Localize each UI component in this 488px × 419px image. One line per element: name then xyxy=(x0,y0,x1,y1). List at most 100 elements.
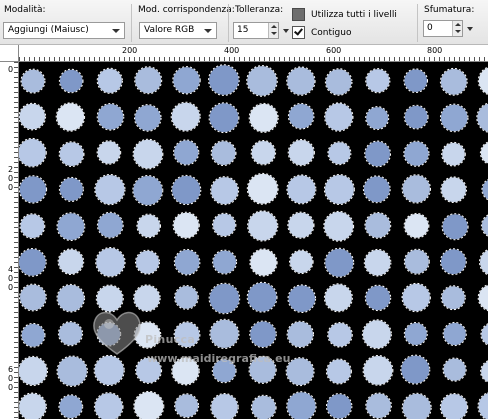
ruler-tick xyxy=(14,112,18,113)
dot xyxy=(442,214,468,240)
ruler-tick xyxy=(44,57,45,61)
spinner-buttons[interactable] xyxy=(268,23,278,38)
contiguous-checkbox[interactable] xyxy=(292,26,305,39)
dot xyxy=(209,103,239,133)
chevron-down-icon[interactable] xyxy=(467,27,473,31)
dot xyxy=(133,139,163,169)
ruler-tick xyxy=(14,132,18,133)
ruler-tick xyxy=(14,342,18,343)
ruler-tick xyxy=(14,157,18,158)
spin-down-icon[interactable] xyxy=(271,32,277,35)
dot xyxy=(404,323,427,345)
ruler-tick xyxy=(59,57,60,61)
ruler-tick xyxy=(414,57,415,61)
dot xyxy=(209,65,239,95)
spin-up-icon[interactable] xyxy=(271,25,277,28)
ruler-tick xyxy=(164,57,165,61)
ruler-tick xyxy=(259,57,260,61)
ruler-tick xyxy=(309,57,310,61)
dot xyxy=(363,356,393,385)
separator xyxy=(131,4,132,42)
dot xyxy=(324,175,354,204)
dot xyxy=(477,103,488,132)
ruler-tick xyxy=(14,362,18,363)
feather-label: Sfumatura: xyxy=(424,5,475,15)
feather-spinner[interactable]: 0 xyxy=(423,20,473,37)
ruler-tick xyxy=(14,212,18,213)
ruler-tick xyxy=(364,57,365,61)
dot xyxy=(404,105,428,129)
dot xyxy=(247,66,277,96)
ruler-tick xyxy=(14,307,18,308)
watermark-url: www.maidiregrafica.eu xyxy=(147,352,291,365)
dot xyxy=(59,177,83,201)
dot xyxy=(440,104,468,132)
ruler-tick xyxy=(14,67,18,68)
dot xyxy=(442,142,465,166)
dot xyxy=(171,102,200,131)
spinner-buttons[interactable] xyxy=(452,21,462,36)
chevron-down-icon xyxy=(204,29,212,33)
ruler-tick xyxy=(344,57,345,61)
match-mode-dropdown[interactable]: Valore RGB xyxy=(139,22,217,39)
ruler-tick xyxy=(234,57,235,61)
dot xyxy=(137,214,160,238)
ruler-tick xyxy=(444,57,445,61)
contiguous-label: Contiguo xyxy=(311,28,352,38)
ruler-tick xyxy=(284,57,285,61)
ruler-tick xyxy=(14,282,18,283)
ruler-tick xyxy=(114,57,115,61)
ruler-tick xyxy=(384,57,385,61)
ruler-tick xyxy=(14,377,18,378)
use-all-layers-checkbox[interactable] xyxy=(292,8,305,21)
ruler-tick xyxy=(389,57,390,61)
ruler-tick xyxy=(14,197,18,198)
ruler-tick xyxy=(174,57,175,61)
match-mode-value: Valore RGB xyxy=(144,25,195,35)
dot xyxy=(404,249,429,274)
watermark-name: Pinucca xyxy=(145,333,196,346)
image-canvas[interactable]: Pinucca www.maidiregrafica.eu xyxy=(19,62,488,419)
ruler-tick xyxy=(14,232,18,233)
ruler-tick xyxy=(14,332,18,333)
ruler-tick xyxy=(29,57,30,61)
ruler-tick xyxy=(194,57,195,61)
ruler-tick xyxy=(119,57,120,61)
dot xyxy=(19,138,46,167)
tolerance-spinner[interactable]: 15 xyxy=(233,22,289,39)
dot xyxy=(328,142,351,165)
dot xyxy=(443,358,466,381)
ruler-tick xyxy=(14,92,18,93)
dot xyxy=(247,173,278,204)
dot xyxy=(325,103,353,131)
dot xyxy=(480,250,488,275)
chevron-down-icon[interactable] xyxy=(283,29,289,33)
dot xyxy=(59,69,83,93)
dot xyxy=(325,248,354,277)
ruler-tick xyxy=(79,57,80,61)
ruler-tick xyxy=(279,57,280,61)
ruler-tick xyxy=(359,57,360,61)
ruler-tick xyxy=(459,57,460,61)
dot xyxy=(441,177,467,202)
dot xyxy=(404,141,429,166)
ruler-tick xyxy=(124,57,125,61)
ruler-tick xyxy=(249,57,250,61)
spin-down-icon[interactable] xyxy=(455,30,461,33)
tolerance-value: 15 xyxy=(237,25,249,35)
ruler-tick xyxy=(334,57,335,61)
mode-dropdown[interactable]: Aggiungi (Maiusc) xyxy=(3,22,125,39)
dot xyxy=(328,323,352,347)
ruler-tick xyxy=(349,57,350,61)
dot xyxy=(211,394,238,419)
checkmark-icon xyxy=(294,26,303,36)
ruler-tick xyxy=(14,317,18,318)
spin-up-icon[interactable] xyxy=(455,23,461,26)
dot xyxy=(174,249,200,275)
ruler-tick xyxy=(14,202,18,203)
dot xyxy=(250,249,277,276)
ruler-tick xyxy=(14,327,18,328)
ruler-tick xyxy=(374,57,375,61)
dot xyxy=(97,68,122,93)
ruler-tick xyxy=(184,57,185,61)
